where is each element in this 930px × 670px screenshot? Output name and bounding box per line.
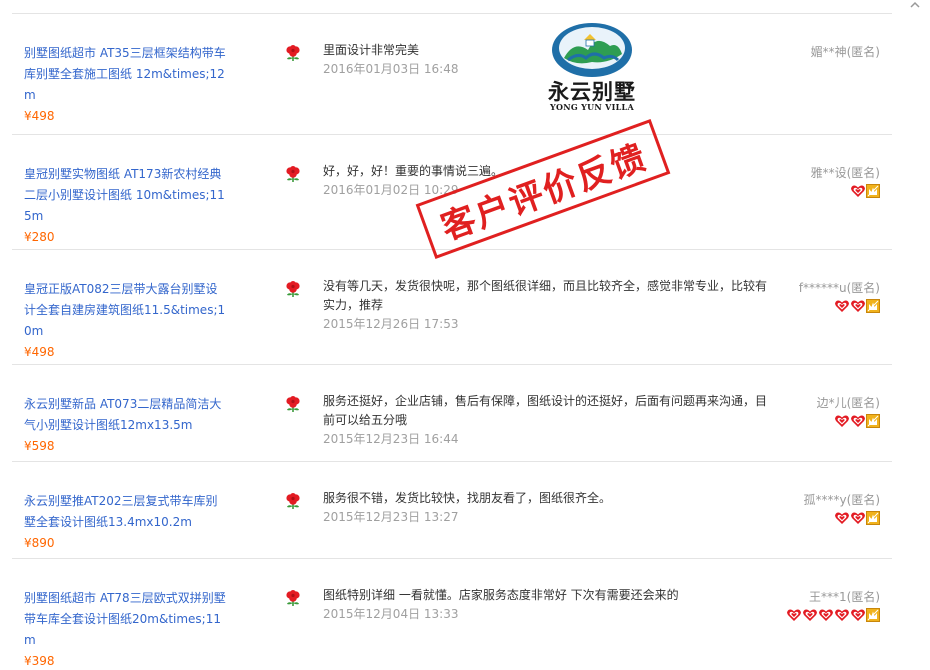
product-info: 别墅图纸超市 AT78三层欧式双拼别墅带车库全套设计图纸20m&times;11… <box>24 588 229 670</box>
scroll-up-icon[interactable] <box>908 0 922 10</box>
comment-date: 2015年12月26日 17:53 <box>323 317 459 331</box>
rose-icon <box>286 281 300 297</box>
product-title-link[interactable]: 永云别墅推AT202三层复式带车库别墅全套设计图纸13.4mx10.2m <box>24 491 229 533</box>
review-row: 别墅图纸超市 AT78三层欧式双拼别墅带车库全套设计图纸20m&times;11… <box>12 559 892 668</box>
product-price: ¥280 <box>24 230 55 244</box>
comment-date: 2015年12月23日 16:44 <box>323 432 459 446</box>
reviewer-name: 雅**设(匿名) <box>810 166 880 180</box>
review-row: 别墅图纸超市 AT35三层框架结构带车库别墅全套施工图纸 12m&times;1… <box>12 14 892 135</box>
logo-emblem-icon <box>552 23 632 77</box>
heart-badge-icon <box>851 609 865 621</box>
product-info: 皇冠别墅实物图纸 AT173新农村经典二层小别墅设计图纸 10m&times;1… <box>24 164 229 246</box>
product-info: 永云别墅新品 AT073二层精品简洁大气小别墅设计图纸12mx13.5m ¥598 <box>24 394 229 455</box>
product-title-link[interactable]: 皇冠别墅实物图纸 AT173新农村经典二层小别墅设计图纸 10m&times;1… <box>24 164 229 227</box>
heart-badge-icon <box>851 300 865 312</box>
review-row: 皇冠正版AT082三层带大露台别墅设计全套自建房建筑图纸11.5&times;1… <box>12 250 892 365</box>
comment-date: 2015年12月23日 13:27 <box>323 510 459 524</box>
product-price: ¥598 <box>24 439 55 453</box>
heart-badge-icon <box>803 609 817 621</box>
comment-text: 没有等几天，发货很快呢，那个图纸很详细，而且比较齐全，感觉非常专业，比较有实力，… <box>323 279 768 312</box>
logo-subtitle: YONG YUN VILLA <box>549 102 634 112</box>
product-price: ¥890 <box>24 536 55 550</box>
rose-icon <box>286 166 300 182</box>
reviewer-level-badges <box>786 608 880 622</box>
reviewer-name: f******u(匿名) <box>798 281 880 295</box>
review-row: 永云别墅推AT202三层复式带车库别墅全套设计图纸13.4mx10.2m ¥890… <box>12 462 892 559</box>
rose-icon <box>286 493 300 509</box>
product-price: ¥498 <box>24 345 55 359</box>
reviewer-name: 边*儿(匿名) <box>816 396 880 410</box>
comment-text: 服务很不错，发货比较快，找朋友看了，图纸很齐全。 <box>323 491 612 505</box>
review-comment: 图纸特别详细 一看就懂。店家服务态度非常好 下次有需要还会来的 2015年12月0… <box>323 586 773 624</box>
crown-badge-icon <box>866 608 880 622</box>
review-row: 永云别墅新品 AT073二层精品简洁大气小别墅设计图纸12mx13.5m ¥598… <box>12 365 892 462</box>
crown-badge-icon <box>866 184 880 198</box>
heart-badge-icon <box>835 512 849 524</box>
heart-badge-icon <box>819 609 833 621</box>
heart-badge-icon <box>851 512 865 524</box>
reviewer-name: 媚**神(匿名) <box>810 45 880 59</box>
reviewer-name: 孤****y(匿名) <box>803 493 880 507</box>
rose-icon <box>286 590 300 606</box>
reviewer-level-badges <box>850 184 880 198</box>
product-title-link[interactable]: 别墅图纸超市 AT78三层欧式双拼别墅带车库全套设计图纸20m&times;11… <box>24 588 229 651</box>
crown-badge-icon <box>866 414 880 428</box>
comment-text: 服务还挺好，企业店铺，售后有保障，图纸设计的还挺好，后面有问题再来沟通，目前可以… <box>323 394 768 427</box>
heart-badge-icon <box>851 415 865 427</box>
product-info: 别墅图纸超市 AT35三层框架结构带车库别墅全套施工图纸 12m&times;1… <box>24 43 229 125</box>
product-title-link[interactable]: 皇冠正版AT082三层带大露台别墅设计全套自建房建筑图纸11.5&times;1… <box>24 279 229 342</box>
heart-badge-icon <box>835 609 849 621</box>
rose-icon <box>286 396 300 412</box>
product-info: 永云别墅推AT202三层复式带车库别墅全套设计图纸13.4mx10.2m ¥890 <box>24 491 229 552</box>
heart-badge-icon <box>851 185 865 197</box>
reviewer-level-badges <box>834 511 880 525</box>
product-title-link[interactable]: 别墅图纸超市 AT35三层框架结构带车库别墅全套施工图纸 12m&times;1… <box>24 43 229 106</box>
heart-badge-icon <box>787 609 801 621</box>
review-comment: 服务很不错，发货比较快，找朋友看了，图纸很齐全。 2015年12月23日 13:2… <box>323 489 773 527</box>
product-info: 皇冠正版AT082三层带大露台别墅设计全套自建房建筑图纸11.5&times;1… <box>24 279 229 361</box>
comment-date: 2015年12月04日 13:33 <box>323 607 459 621</box>
brand-logo: 永云别墅 YONG YUN VILLA <box>530 20 654 112</box>
product-price: ¥498 <box>24 109 55 123</box>
product-price: ¥398 <box>24 654 55 668</box>
review-comment: 没有等几天，发货很快呢，那个图纸很详细，而且比较齐全，感觉非常专业，比较有实力，… <box>323 277 773 334</box>
top-edge <box>0 0 930 14</box>
reviewer-name: 王***1(匿名) <box>809 590 880 604</box>
review-comment: 服务还挺好，企业店铺，售后有保障，图纸设计的还挺好，后面有问题再来沟通，目前可以… <box>323 392 773 449</box>
heart-badge-icon <box>835 415 849 427</box>
product-title-link[interactable]: 永云别墅新品 AT073二层精品简洁大气小别墅设计图纸12mx13.5m <box>24 394 229 436</box>
crown-badge-icon <box>866 511 880 525</box>
crown-badge-icon <box>866 299 880 313</box>
heart-badge-icon <box>835 300 849 312</box>
rose-icon <box>286 45 300 61</box>
reviewer-level-badges <box>834 414 880 428</box>
comment-text: 图纸特别详细 一看就懂。店家服务态度非常好 下次有需要还会来的 <box>323 588 679 602</box>
reviewer-level-badges <box>834 299 880 313</box>
